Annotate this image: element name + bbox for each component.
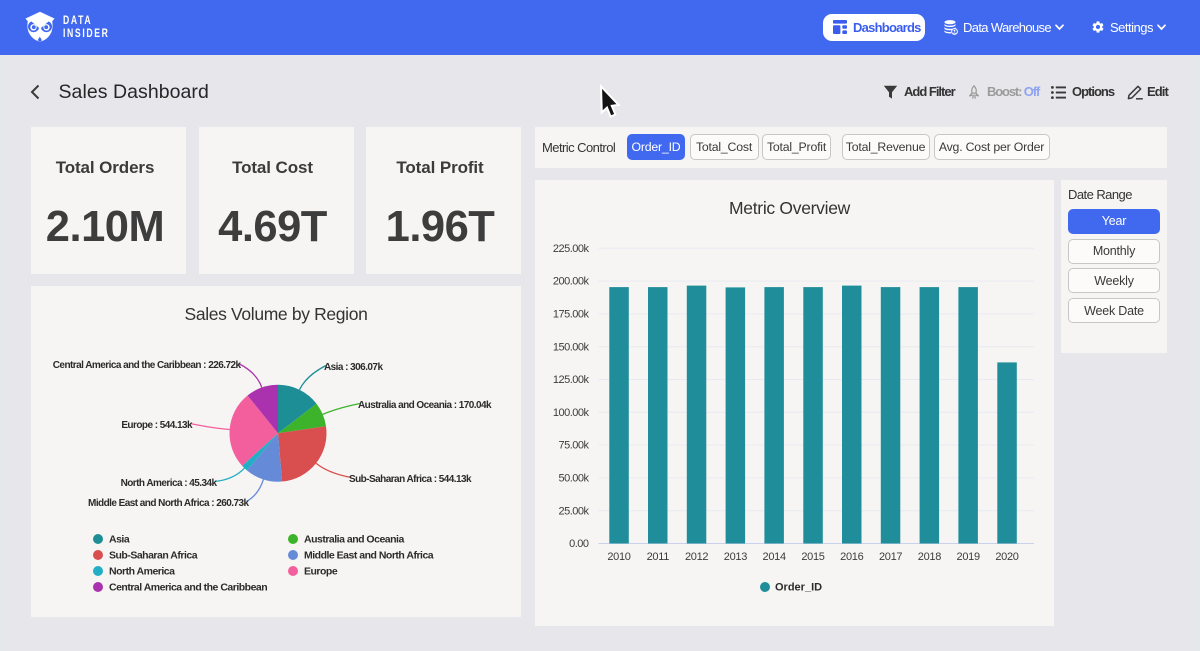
svg-text:2019: 2019 (957, 551, 980, 563)
svg-text:Australia and Oceania : 170.04: Australia and Oceania : 170.04k (358, 400, 492, 411)
svg-text:Europe : 544.13k: Europe : 544.13k (121, 420, 193, 431)
svg-text:2016: 2016 (840, 551, 863, 563)
svg-text:2014: 2014 (763, 551, 786, 563)
svg-text:2018: 2018 (918, 551, 941, 563)
svg-text:2020: 2020 (995, 551, 1018, 563)
svg-text:200.00k: 200.00k (553, 276, 590, 288)
svg-text:North America : 45.34k: North America : 45.34k (121, 478, 218, 489)
svg-text:Order_ID: Order_ID (775, 582, 822, 594)
svg-text:100.00k: 100.00k (553, 407, 590, 419)
svg-text:Asia: Asia (109, 533, 130, 545)
svg-text:2015: 2015 (801, 551, 824, 563)
svg-text:Middle East and North Africa :: Middle East and North Africa : 260.73k (88, 498, 249, 509)
svg-text:Australia and Oceania: Australia and Oceania (304, 533, 404, 545)
svg-text:75.00k: 75.00k (558, 440, 589, 452)
svg-text:Middle East and North Africa: Middle East and North Africa (304, 549, 434, 561)
svg-text:Sub-Saharan Africa: Sub-Saharan Africa (109, 549, 198, 561)
svg-text:Central America and the Caribb: Central America and the Caribbean : 226.… (53, 360, 242, 371)
svg-text:2017: 2017 (879, 551, 902, 563)
svg-text:225.00k: 225.00k (553, 243, 590, 255)
svg-text:0.00: 0.00 (569, 538, 589, 550)
svg-text:175.00k: 175.00k (553, 309, 590, 321)
svg-text:Central America and the Caribb: Central America and the Caribbean (109, 581, 267, 593)
svg-text:2013: 2013 (724, 551, 747, 563)
svg-text:125.00k: 125.00k (553, 374, 590, 386)
svg-text:Sub-Saharan Africa : 544.13k: Sub-Saharan Africa : 544.13k (349, 474, 472, 485)
svg-text:2011: 2011 (647, 551, 670, 563)
svg-text:50.00k: 50.00k (558, 473, 589, 485)
svg-text:North America: North America (109, 565, 175, 577)
svg-text:2012: 2012 (685, 551, 708, 563)
svg-text:Europe: Europe (304, 565, 338, 577)
svg-text:Asia : 306.07k: Asia : 306.07k (324, 362, 383, 373)
svg-text:25.00k: 25.00k (558, 505, 589, 517)
svg-text:2010: 2010 (607, 551, 630, 563)
svg-text:150.00k: 150.00k (553, 341, 590, 353)
